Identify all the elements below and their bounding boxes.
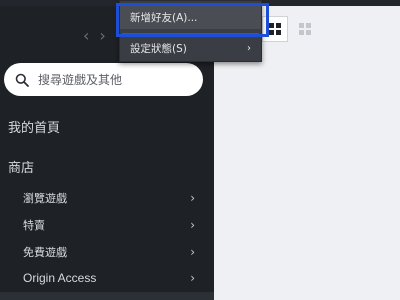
small-grid-view-button[interactable] [292, 16, 318, 42]
chevron-right-icon: › [190, 191, 195, 205]
search-placeholder: 搜尋遊戲及其他 [38, 73, 123, 87]
back-arrow-icon[interactable]: ‹ [83, 26, 89, 46]
sidebar-item-home[interactable]: 我的首頁 [8, 117, 60, 136]
sidebar-item-free-games[interactable]: 免費遊戲 › [23, 242, 195, 262]
sidebar-item-label: 特賣 [23, 219, 45, 232]
chevron-right-icon: › [190, 271, 195, 285]
chevron-right-icon: › [190, 245, 195, 259]
search-input[interactable]: 搜尋遊戲及其他 [4, 63, 203, 96]
sidebar-item-deals[interactable]: 特賣 › [23, 215, 195, 235]
search-icon [15, 73, 29, 87]
sidebar-item-store[interactable]: 商店 [8, 157, 34, 176]
forward-arrow-icon[interactable]: › [99, 26, 105, 46]
grid-large-icon [269, 23, 281, 35]
grid-small-icon [299, 23, 311, 35]
history-nav: ‹ › [83, 26, 106, 46]
sidebar-item-label: 瀏覽遊戲 [23, 192, 67, 205]
menu-item-label: 設定狀態(S) [130, 42, 187, 55]
chevron-right-icon: › [247, 42, 251, 54]
highlight-annotation [116, 3, 269, 37]
chevron-right-icon: › [190, 218, 195, 232]
sidebar-item-label: 免費遊戲 [23, 246, 67, 259]
sidebar-item-browse-games[interactable]: 瀏覽遊戲 › [23, 188, 195, 208]
menu-item-set-status[interactable]: 設定狀態(S) › [120, 36, 261, 60]
view-toggle [262, 16, 322, 42]
sidebar-bottom-strip [0, 292, 214, 300]
sidebar-item-label: Origin Access [23, 271, 97, 285]
sidebar-item-origin-access[interactable]: Origin Access › [23, 268, 195, 288]
